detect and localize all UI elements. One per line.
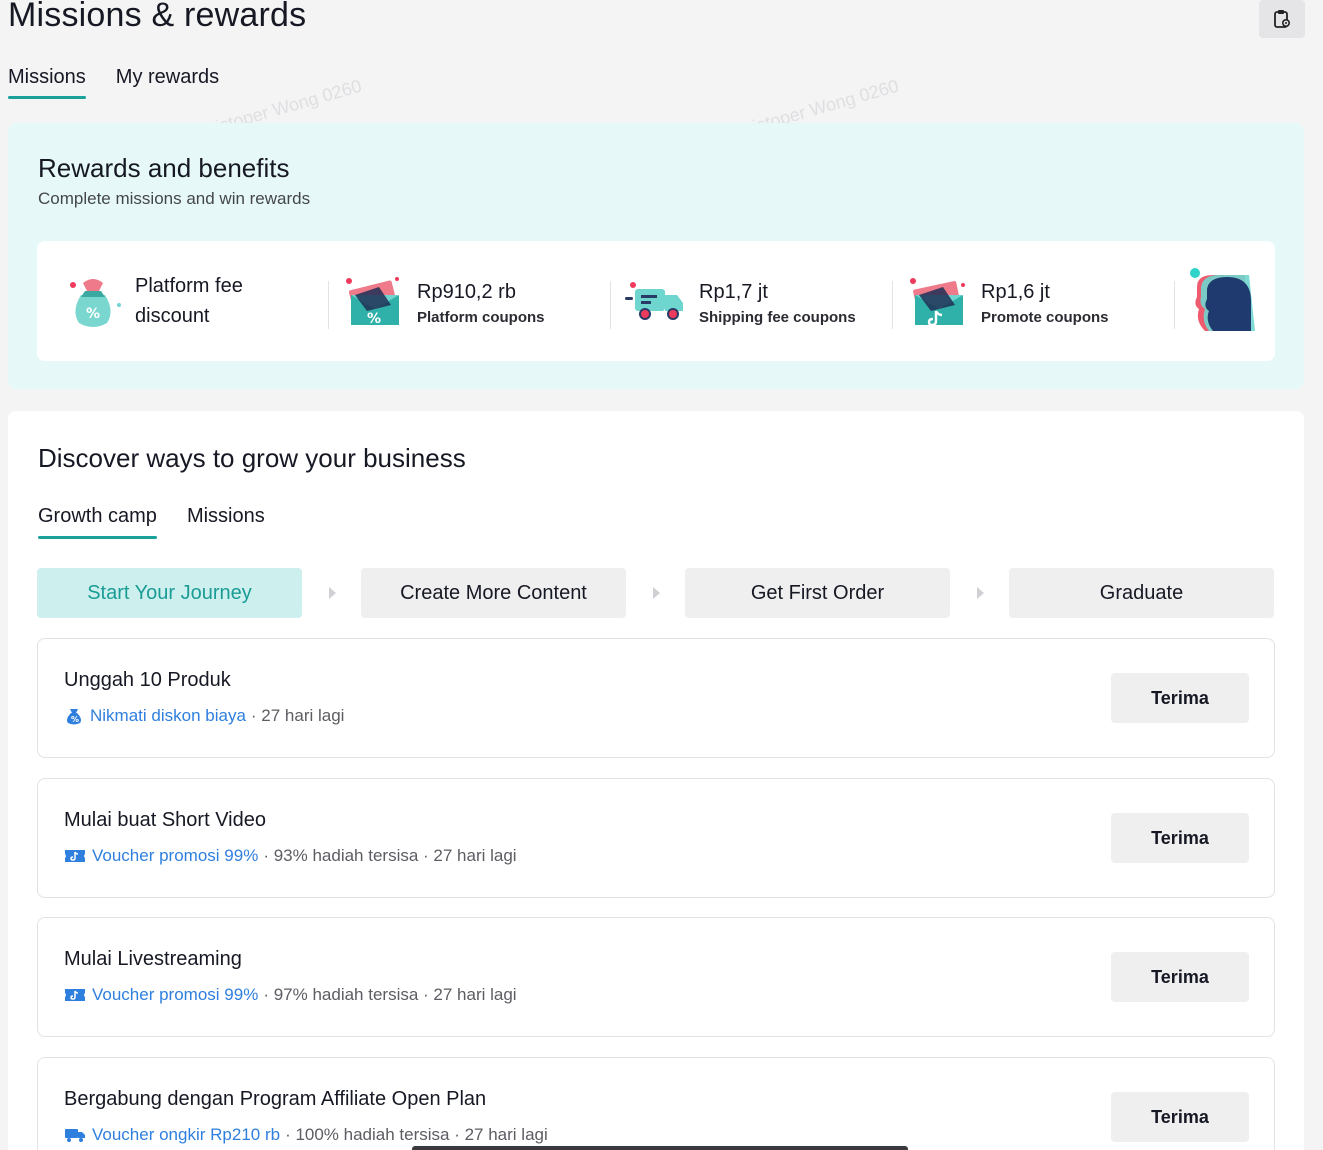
truck-icon — [65, 1129, 85, 1142]
accept-mission-button[interactable]: Terima — [1111, 952, 1249, 1002]
benefit-label: Promote coupons — [981, 308, 1109, 326]
tab-my-rewards[interactable]: My rewards — [116, 66, 219, 97]
mission-card: Bergabung dengan Program Affiliate Open … — [37, 1057, 1275, 1150]
clipboard-gear-icon — [1274, 10, 1291, 28]
mission-card: Mulai buat Short Video Voucher promosi 9… — [37, 778, 1275, 898]
grow-tabs: Growth camp Missions — [38, 505, 265, 539]
divider — [328, 281, 329, 329]
step-arrow — [302, 586, 361, 600]
money-bag-percent-icon: % — [70, 279, 121, 327]
step-create-more-content[interactable]: Create More Content — [361, 568, 626, 618]
tab-missions-secondary[interactable]: Missions — [187, 505, 265, 536]
mission-title: Bergabung dengan Program Affiliate Open … — [64, 1088, 487, 1110]
mission-details: · 97% hadiah tersisa · 27 hari lagi — [263, 985, 517, 1004]
divider — [1174, 281, 1175, 329]
mission-meta: % Nikmati diskon biaya · 27 hari lagi — [64, 706, 344, 726]
tab-missions[interactable]: Missions — [8, 66, 86, 99]
benefit-label: Platform coupons — [417, 308, 545, 326]
mission-details: · 100% hadiah tersisa · 27 hari lagi — [285, 1125, 548, 1144]
svg-text:%: % — [367, 311, 381, 327]
svg-text:%: % — [86, 306, 100, 322]
mission-title: Unggah 10 Produk — [64, 669, 231, 691]
chevron-right-icon — [652, 587, 660, 599]
chevron-right-icon — [976, 587, 984, 599]
page-title: Missions & rewards — [8, 0, 307, 34]
tiktok-voucher-icon — [65, 850, 85, 862]
grow-title: Discover ways to grow your business — [38, 443, 466, 473]
mission-reward-link[interactable]: Voucher promosi 99% — [92, 985, 258, 1005]
divider — [892, 281, 893, 329]
mission-meta: Voucher promosi 99% · 93% hadiah tersisa… — [64, 846, 517, 866]
mission-title: Mulai buat Short Video — [64, 809, 266, 831]
benefit-platform-coupons[interactable]: % Rp910,2 rb Platform coupons — [339, 271, 621, 331]
benefit-line-1: Platform fee — [135, 275, 243, 297]
mission-title: Mulai Livestreaming — [64, 948, 242, 970]
chevron-right-icon — [328, 587, 336, 599]
money-bag-icon: % — [67, 709, 81, 725]
mission-card: Mulai Livestreaming Voucher promosi 99% … — [37, 917, 1275, 1037]
benefit-platform-fee-discount[interactable]: % Platform fee discount — [57, 271, 339, 331]
horizontal-scrollbar[interactable] — [412, 1146, 908, 1150]
benefit-value: Rp910,2 rb — [417, 280, 516, 303]
rewards-subtitle: Complete missions and win rewards — [38, 189, 311, 208]
mission-details: · 93% hadiah tersisa · 27 hari lagi — [263, 846, 517, 865]
benefit-label: Shipping fee coupons — [699, 308, 856, 326]
accept-mission-button[interactable]: Terima — [1111, 673, 1249, 723]
benefits-strip: % Platform fee discount % Rp910,2 rb Pla… — [37, 241, 1275, 361]
tiktok-voucher-icon — [65, 989, 85, 1001]
step-arrow — [626, 586, 685, 600]
mascot-head-icon — [1190, 268, 1255, 331]
benefit-value: Rp1,6 jt — [981, 280, 1050, 303]
mission-reward-link[interactable]: Voucher ongkir Rp210 rb — [92, 1125, 280, 1145]
grow-business-card: Discover ways to grow your business Grow… — [8, 411, 1304, 1150]
accept-mission-button[interactable]: Terima — [1111, 813, 1249, 863]
tab-growth-camp[interactable]: Growth camp — [38, 505, 157, 539]
top-tabs: Missions My rewards — [8, 66, 219, 99]
accept-mission-button[interactable]: Terima — [1111, 1092, 1249, 1142]
mission-meta: Voucher promosi 99% · 97% hadiah tersisa… — [64, 985, 517, 1005]
benefit-value: Rp1,7 jt — [699, 280, 768, 303]
delivery-truck-icon — [625, 282, 683, 320]
svg-text:%: % — [71, 715, 79, 724]
benefit-shipping-fee-coupons[interactable]: Rp1,7 jt Shipping fee coupons — [621, 271, 903, 331]
divider — [610, 281, 611, 329]
tiktok-coupon-icon — [910, 278, 965, 327]
mission-reward-link[interactable]: Voucher promosi 99% — [92, 846, 258, 866]
mission-card: Unggah 10 Produk % Nikmati diskon biaya … — [37, 638, 1275, 758]
benefit-line-2: discount — [135, 305, 210, 327]
mission-reward-link[interactable]: Nikmati diskon biaya — [90, 706, 246, 726]
step-arrow — [950, 586, 1009, 600]
step-get-first-order[interactable]: Get First Order — [685, 568, 950, 618]
benefit-promote-coupons[interactable]: Rp1,6 jt Promote coupons — [903, 271, 1185, 331]
rewards-card: Rewards and benefits Complete missions a… — [8, 123, 1304, 389]
percent-coupon-icon: % — [346, 277, 399, 327]
mission-meta: Voucher ongkir Rp210 rb · 100% hadiah te… — [64, 1125, 548, 1145]
step-graduate[interactable]: Graduate — [1009, 568, 1274, 618]
clipboard-settings-button[interactable] — [1259, 0, 1305, 38]
rewards-title: Rewards and benefits — [38, 153, 290, 183]
growth-steps: Start Your Journey Create More Content G… — [37, 568, 1274, 618]
mission-details: · 27 hari lagi — [250, 706, 345, 725]
step-start-your-journey[interactable]: Start Your Journey — [37, 568, 302, 618]
